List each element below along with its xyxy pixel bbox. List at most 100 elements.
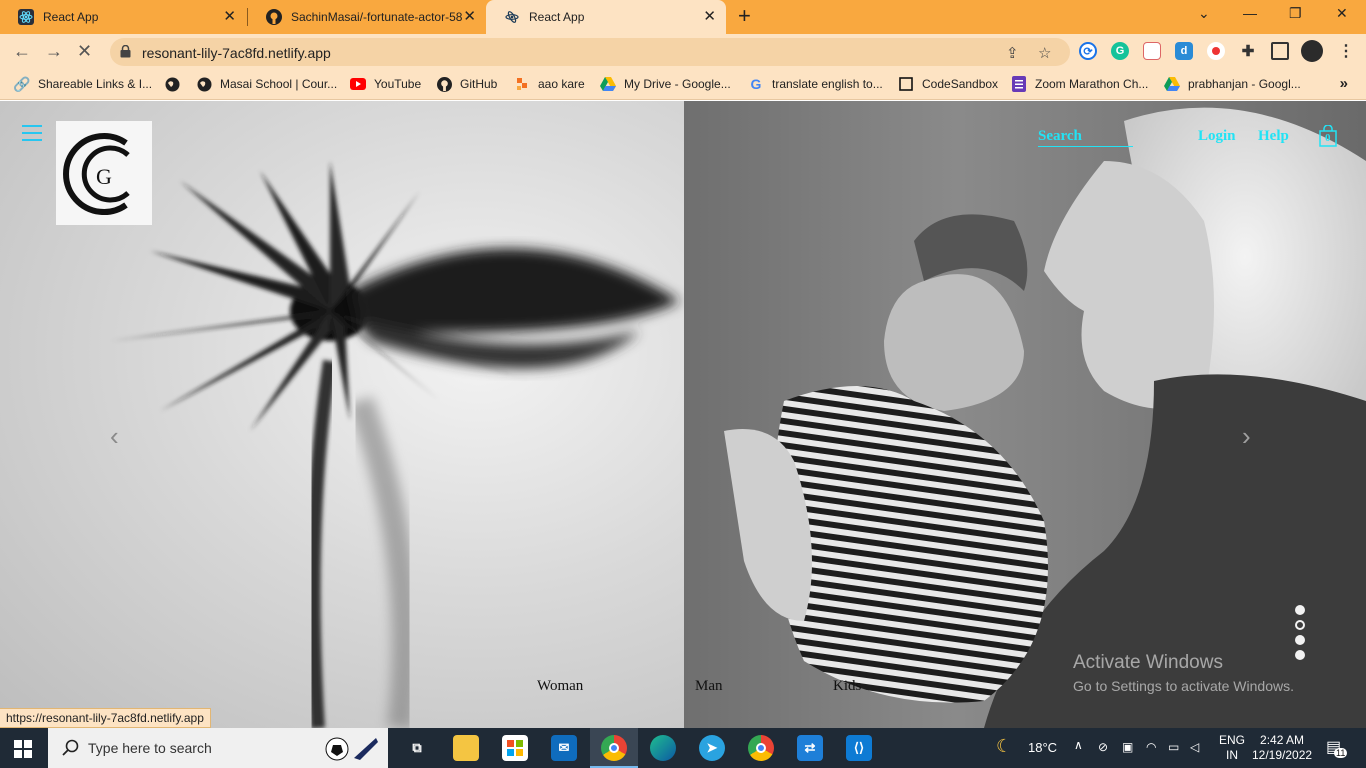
vscode-icon[interactable]: ⟨⟩ xyxy=(846,735,872,761)
carousel-dot[interactable] xyxy=(1295,650,1305,660)
volume-icon[interactable]: ◁ xyxy=(1190,740,1199,754)
bookmark-shareable-links[interactable]: 🔗 Shareable Links & I... xyxy=(13,76,152,92)
close-tab-icon[interactable]: ✕ xyxy=(463,9,476,25)
help-link[interactable]: Help xyxy=(1258,128,1289,145)
tab-react-app-active[interactable]: React App ✕ xyxy=(486,0,726,34)
taskbar-search-placeholder: Type here to search xyxy=(88,740,212,756)
stop-loading-icon[interactable]: ✕ xyxy=(77,42,92,60)
react-icon xyxy=(18,9,34,25)
bookmark-zoom-marathon[interactable]: Zoom Marathon Ch... xyxy=(1011,76,1148,92)
carousel-dot[interactable] xyxy=(1295,605,1305,615)
tab-github[interactable]: SachinMasai/-fortunate-actor-58 ✕ xyxy=(248,0,486,34)
task-view-icon[interactable]: ⧉ xyxy=(404,735,430,761)
windows-taskbar: Type here to search ⧉ ✉ ➤ ⇄ ⟨⟩ ☾ 18°C ∧ … xyxy=(0,728,1366,768)
clock[interactable]: 2:42 AM 12/19/2022 xyxy=(1252,733,1312,763)
google-drive-icon xyxy=(1164,76,1180,92)
soccer-banner-icon xyxy=(325,737,378,761)
carousel-next-arrow-icon[interactable]: › xyxy=(1242,423,1251,449)
carousel-dot[interactable] xyxy=(1295,635,1305,645)
globe-icon xyxy=(196,76,212,92)
status-bar-url: https://resonant-lily-7ac8fd.netlify.app xyxy=(0,708,211,728)
telegram-icon[interactable]: ➤ xyxy=(699,735,725,761)
bag-count: 0 xyxy=(1325,132,1331,144)
microsoft-store-icon[interactable] xyxy=(502,735,528,761)
login-link[interactable]: Login xyxy=(1198,128,1236,145)
forms-icon xyxy=(1011,76,1027,92)
taskbar-search-box[interactable]: Type here to search xyxy=(48,728,388,768)
close-window-button[interactable]: ✕ xyxy=(1336,5,1348,22)
camera-icon[interactable]: ▣ xyxy=(1122,740,1133,754)
search-link[interactable]: Search xyxy=(1038,128,1082,145)
bookmark-star-icon[interactable]: ☆ xyxy=(1038,44,1051,62)
bookmark-label: Masai School | Cour... xyxy=(220,77,338,91)
bookmark-label: Zoom Marathon Ch... xyxy=(1035,77,1149,91)
bookmarks-bar: 🔗 Shareable Links & I... Masai School | … xyxy=(0,70,1366,100)
mother-baby-photo xyxy=(724,107,1366,728)
bookmark-masai-school[interactable]: Masai School | Cour... xyxy=(196,76,337,92)
more-bookmarks-icon[interactable]: » xyxy=(1340,75,1348,92)
bookmark-translate[interactable]: G translate english to... xyxy=(748,76,883,92)
category-kids[interactable]: Kids xyxy=(833,678,861,695)
new-tab-button[interactable]: + xyxy=(738,5,751,27)
bookmark-globe[interactable] xyxy=(164,76,188,92)
carousel-prev-arrow-icon[interactable]: ‹ xyxy=(110,423,119,449)
clock-time: 2:42 AM xyxy=(1260,733,1305,747)
menu-kebab-icon[interactable]: ⋮ xyxy=(1337,42,1355,60)
wifi-icon[interactable]: ◠ xyxy=(1146,740,1156,754)
remote-desktop-icon[interactable]: ⇄ xyxy=(797,735,823,761)
bookmark-prabhanjan[interactable]: prabhanjan - Googl... xyxy=(1164,76,1301,92)
chrome-icon[interactable] xyxy=(601,735,627,761)
close-tab-icon[interactable]: ✕ xyxy=(223,9,236,25)
bookmark-aao-kare[interactable]: aao kare xyxy=(514,76,585,92)
grammarly-icon[interactable]: G xyxy=(1111,42,1129,60)
file-explorer-icon[interactable] xyxy=(453,735,479,761)
tray-chevron-icon[interactable]: ∧ xyxy=(1074,738,1083,752)
tab-strip: React App ✕ SachinMasai/-fortunate-actor… xyxy=(0,0,1366,34)
category-man[interactable]: Man xyxy=(695,678,723,695)
restore-button[interactable]: ❐ xyxy=(1289,5,1302,22)
bookmark-label: CodeSandbox xyxy=(922,77,999,91)
brand-logo[interactable]: G xyxy=(56,121,152,225)
weather-moon-icon[interactable]: ☾ xyxy=(996,736,1012,757)
windows-start-icon[interactable] xyxy=(14,740,32,758)
minimize-button[interactable]: — xyxy=(1243,5,1257,21)
back-arrow-icon[interactable]: ← xyxy=(13,42,31,60)
share-icon[interactable]: ⇪ xyxy=(1006,44,1019,62)
search-underline xyxy=(1038,146,1133,147)
network-icon[interactable]: ⊘ xyxy=(1098,740,1108,754)
extension-sync-icon[interactable]: ⟳ xyxy=(1079,42,1097,60)
address-bar[interactable]: resonant-lily-7ac8fd.netlify.app ⇪ ☆ xyxy=(110,38,1070,66)
tab-react-app-1[interactable]: React App ✕ xyxy=(0,0,246,34)
hamburger-menu-icon[interactable] xyxy=(22,125,42,141)
bookmark-youtube[interactable]: YouTube xyxy=(350,76,421,92)
chrome-icon[interactable] xyxy=(748,735,774,761)
bookmark-my-drive[interactable]: My Drive - Google... xyxy=(600,76,731,92)
carousel-dot-active[interactable] xyxy=(1295,620,1305,630)
record-extension-icon[interactable] xyxy=(1207,42,1225,60)
activate-windows-watermark: Activate Windows Go to Settings to activ… xyxy=(1073,652,1294,694)
github-icon xyxy=(266,9,282,25)
extensions-puzzle-icon[interactable]: ✚ xyxy=(1239,42,1257,60)
bookmark-label: translate english to... xyxy=(772,77,883,91)
tab-search-button[interactable]: ⌄ xyxy=(1198,5,1210,22)
bookmark-github[interactable]: GitHub xyxy=(436,76,497,92)
forward-arrow-icon[interactable]: → xyxy=(45,42,63,60)
close-tab-icon[interactable]: ✕ xyxy=(703,9,716,25)
bookmark-codesandbox[interactable]: CodeSandbox xyxy=(898,76,998,92)
extension-window-icon[interactable] xyxy=(1143,42,1161,60)
profile-avatar[interactable] xyxy=(1301,40,1323,62)
category-woman[interactable]: Woman xyxy=(537,678,583,695)
side-panel-icon[interactable] xyxy=(1271,42,1289,60)
mail-icon[interactable]: ✉ xyxy=(551,735,577,761)
blocks-icon xyxy=(514,76,530,92)
youtube-icon xyxy=(350,76,366,92)
language-indicator[interactable]: ENG IN xyxy=(1219,733,1245,763)
weather-temp[interactable]: 18°C xyxy=(1028,740,1057,755)
codesandbox-icon xyxy=(898,76,914,92)
dictionary-extension-icon[interactable]: d xyxy=(1175,42,1193,60)
lang-bottom: IN xyxy=(1226,748,1238,762)
url-text: resonant-lily-7ac8fd.netlify.app xyxy=(142,45,331,61)
edge-icon[interactable] xyxy=(650,735,676,761)
battery-icon[interactable]: ▭ xyxy=(1168,740,1179,754)
shopping-bag-icon[interactable]: 0 xyxy=(1318,124,1338,147)
